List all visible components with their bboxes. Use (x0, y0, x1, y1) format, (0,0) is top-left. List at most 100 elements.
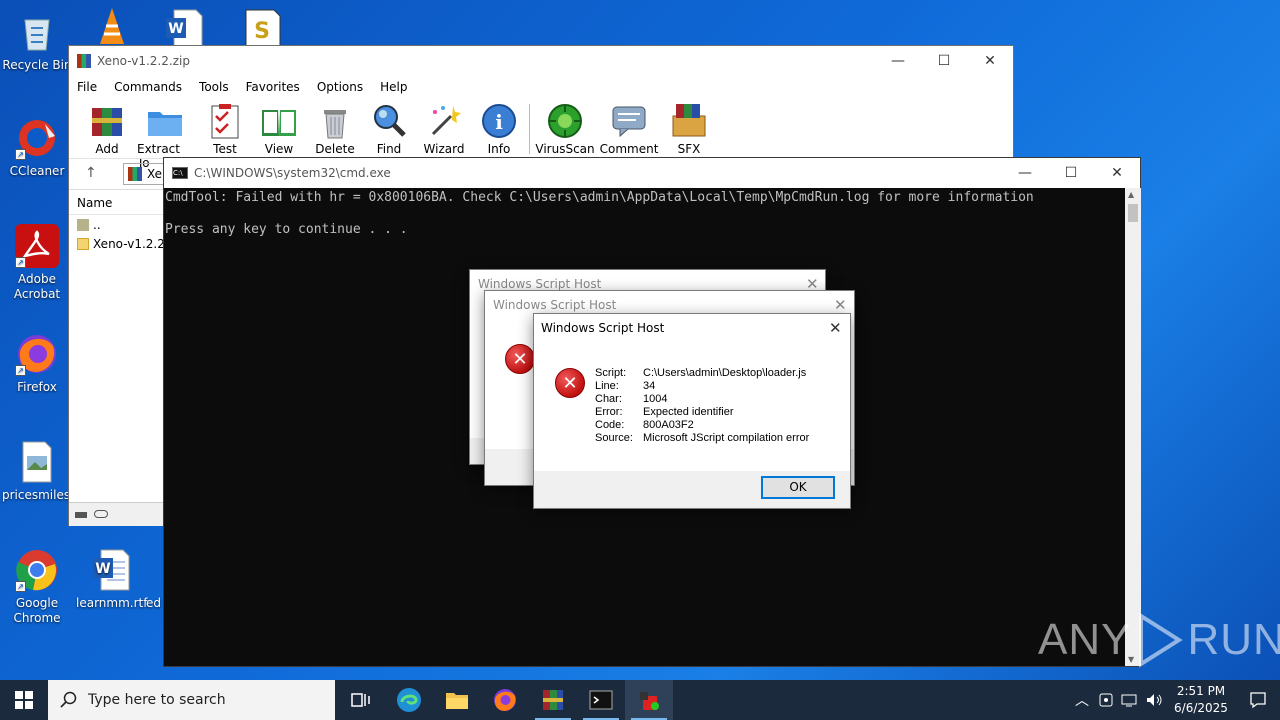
magic-wand-icon (425, 102, 463, 140)
desktop-icon-learnmm[interactable]: W learnmm.rtf (76, 548, 148, 611)
winrar-title: Xeno-v1.2.2.zip (97, 54, 190, 68)
add-button[interactable]: Add (87, 102, 127, 156)
notification-icon (1250, 692, 1266, 709)
word-document-icon: W (89, 548, 133, 592)
desktop-icon-label: learnmm.rtf (76, 596, 148, 610)
menu-options[interactable]: Options (317, 80, 363, 98)
up-arrow-icon[interactable]: ↑ (85, 165, 97, 181)
test-button[interactable]: Test (205, 102, 245, 156)
taskbar-search-box[interactable]: Type here to search (48, 680, 335, 720)
cmd-titlebar[interactable]: C:\ C:\WINDOWS\system32\cmd.exe — ☐ ✕ (164, 158, 1140, 188)
svg-text:i: i (495, 110, 503, 134)
scroll-up-icon[interactable]: ▲ (1128, 190, 1134, 199)
shortcut-arrow-icon: ↗ (15, 581, 26, 592)
menu-tools[interactable]: Tools (199, 80, 229, 98)
find-button[interactable]: Find (367, 102, 411, 156)
minimize-button[interactable]: — (875, 46, 921, 76)
view-button[interactable]: View (257, 102, 301, 156)
vlc-icon[interactable] (92, 6, 132, 46)
folder-up-icon (77, 218, 89, 231)
detail-row: Char: 1004 (595, 393, 668, 405)
close-icon[interactable]: ✕ (834, 296, 847, 314)
chrome-icon: ↗ (15, 548, 59, 592)
tray-security-icon[interactable] (1094, 680, 1118, 720)
cmd-scrollbar[interactable]: ▲ ▼ (1125, 188, 1141, 666)
dialog-title: Windows Script Host (478, 277, 602, 291)
desktop-icon-google-chrome[interactable]: ↗ Google Chrome (2, 548, 72, 626)
drive-icon (75, 512, 87, 518)
notification-button[interactable] (1236, 680, 1280, 720)
menu-favorites[interactable]: Favorites (246, 80, 300, 98)
clock[interactable]: 2:51 PM 6/6/2025 (1166, 683, 1236, 717)
comment-button[interactable]: Comment (600, 102, 658, 156)
winrar-titlebar[interactable]: Xeno-v1.2.2.zip — ☐ ✕ (69, 46, 1013, 76)
detail-row: Error: Expected identifier (595, 406, 734, 418)
detail-row: Source: Microsoft JScript compilation err… (595, 432, 810, 444)
minimize-button[interactable]: — (1002, 158, 1048, 188)
winrar-menubar: File Commands Tools Favorites Options He… (69, 76, 1013, 98)
start-button[interactable] (0, 680, 48, 720)
ok-button[interactable]: OK (761, 476, 835, 499)
word-document-icon[interactable]: W (164, 8, 204, 49)
search-placeholder: Type here to search (88, 692, 226, 708)
cmd-app-icon: C:\ (172, 167, 188, 179)
maximize-button[interactable]: ☐ (1048, 158, 1094, 188)
taskbar: Type here to search ︿ 2:51 PM 6/6/2025 (0, 680, 1280, 720)
book-view-icon (260, 102, 298, 140)
wizard-button[interactable]: Wizard (421, 102, 467, 156)
terminal-icon (589, 690, 613, 710)
maximize-button[interactable]: ☐ (921, 46, 967, 76)
desktop-icon-recycle-bin[interactable]: Recycle Bin (2, 10, 72, 73)
taskbar-file-explorer[interactable] (433, 680, 481, 720)
desktop-icon-label: Google Chrome (13, 596, 61, 625)
image-file-icon (15, 440, 59, 484)
info-button[interactable]: i Info (479, 102, 519, 156)
winrar-app-icon (77, 54, 91, 68)
close-button[interactable]: ✕ (1094, 158, 1140, 188)
scroll-thumb[interactable] (1128, 204, 1138, 222)
clock-date: 6/6/2025 (1174, 701, 1228, 715)
dialog-title: Windows Script Host (541, 321, 665, 335)
task-view-button[interactable] (337, 680, 385, 720)
taskbar-edge[interactable] (385, 680, 433, 720)
desktop-icon-pricesmiles[interactable]: pricesmiles... (2, 440, 82, 503)
close-button[interactable]: ✕ (967, 46, 1013, 76)
desktop-icon-label: Adobe Acrobat (13, 272, 61, 301)
desktop-icon-adobe-acrobat[interactable]: ↗ Adobe Acrobat (2, 224, 72, 302)
shortcut-arrow-icon: ↗ (15, 365, 26, 376)
error-details: Script: C:\Users\admin\Desktop\loader.js … (595, 367, 809, 445)
info-icon: i (480, 102, 518, 140)
volume-icon[interactable] (1142, 680, 1166, 720)
clock-time: 2:51 PM (1176, 684, 1226, 698)
key-icon (93, 510, 108, 518)
taskbar-winrar[interactable] (529, 680, 577, 720)
taskbar-script-host[interactable] (625, 680, 673, 720)
task-view-icon (351, 693, 370, 707)
tray-chevron-icon[interactable]: ︿ (1070, 690, 1094, 710)
network-icon[interactable] (1118, 680, 1142, 720)
error-icon: ✕ (555, 368, 585, 398)
list-item[interactable]: .. (69, 215, 165, 234)
script-file-icon[interactable]: S (242, 8, 282, 49)
list-item[interactable]: Xeno-v1.2.2 (69, 234, 165, 253)
column-header-name[interactable]: Name (69, 190, 165, 215)
taskbar-firefox[interactable] (481, 680, 529, 720)
edge-icon (397, 688, 421, 712)
delete-button[interactable]: Delete (313, 102, 357, 156)
desktop-icon-firefox[interactable]: ↗ Firefox (2, 332, 72, 395)
console-line: Press any key to continue . . . (165, 222, 408, 237)
taskbar-cmd[interactable] (577, 680, 625, 720)
menu-help[interactable]: Help (380, 80, 407, 98)
close-icon[interactable]: ✕ (829, 319, 842, 337)
menu-commands[interactable]: Commands (114, 80, 182, 98)
script-host-icon (640, 692, 659, 710)
sfx-button[interactable]: SFX (667, 102, 711, 156)
virusscan-button[interactable]: VirusScan (535, 102, 595, 156)
adobe-acrobat-icon: ↗ (15, 224, 59, 268)
winrar-toolbar: Add Extract To Test View Delete Find Wiz… (69, 102, 1013, 170)
windows-logo-icon (15, 691, 33, 709)
archive-add-icon (88, 102, 126, 140)
desktop-icon-ccleaner[interactable]: ↗ CCleaner (2, 116, 72, 179)
menu-file[interactable]: File (77, 80, 97, 98)
